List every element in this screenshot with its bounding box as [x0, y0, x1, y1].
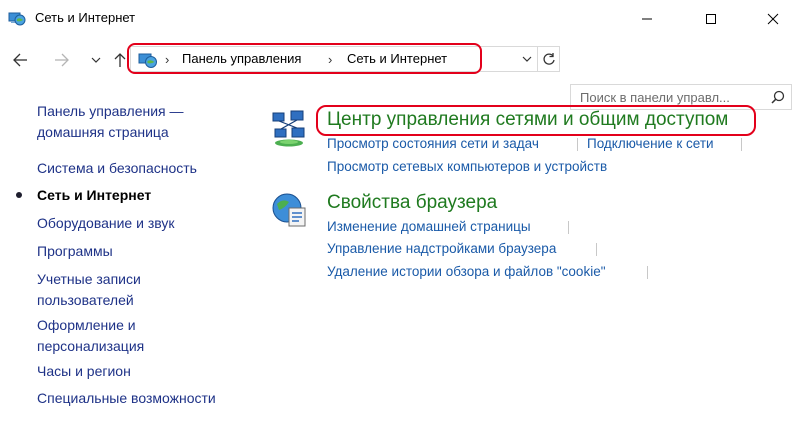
internet-options-icon: [272, 193, 306, 227]
chevron-down-icon: [522, 56, 532, 62]
sidebar-item-appearance[interactable]: Оформление и персонализация: [37, 315, 144, 357]
sidebar-item-programs[interactable]: Программы: [37, 241, 113, 262]
back-button[interactable]: [8, 48, 32, 72]
sidebar-item-ease-of-access[interactable]: Специальные возможности: [37, 388, 216, 409]
address-highlight-annotation: [127, 43, 482, 74]
category-title-internet-options[interactable]: Свойства браузера: [327, 191, 497, 215]
chevron-down-icon: [91, 57, 101, 63]
sidebar-item-system-security[interactable]: Система и безопасность: [37, 158, 197, 179]
search-placeholder: Поиск в панели управл...: [580, 90, 730, 105]
link-separator: [596, 243, 597, 256]
active-item-bullet: [16, 192, 22, 198]
link-connect-to-network[interactable]: Подключение к сети: [587, 135, 714, 153]
sidebar-item-user-accounts[interactable]: Учетные записи пользователей: [37, 269, 141, 311]
title-bar: Сеть и Интернет: [0, 0, 800, 37]
address-dropdown-button[interactable]: [515, 47, 538, 71]
arrow-left-icon: [13, 53, 27, 67]
network-globe-icon: [8, 12, 26, 26]
sidebar-item-clock-region[interactable]: Часы и регион: [37, 361, 131, 382]
category-title-network-center[interactable]: Центр управления сетями и общим доступом: [327, 108, 728, 132]
link-separator: [577, 138, 578, 151]
arrow-up-icon: [114, 53, 126, 67]
link-separator: [647, 266, 648, 279]
close-icon: [767, 13, 779, 24]
maximize-button[interactable]: [688, 0, 734, 37]
sidebar-item-label: Панель управления —: [37, 103, 184, 119]
sidebar-item-network-internet[interactable]: Сеть и Интернет: [37, 185, 151, 206]
search-icon: [771, 90, 785, 104]
link-separator: [568, 221, 569, 234]
link-view-network-computers[interactable]: Просмотр сетевых компьютеров и устройств: [327, 158, 607, 176]
link-delete-browsing-history[interactable]: Удаление истории обзора и файлов "cookie…: [327, 263, 606, 281]
window-title: Сеть и Интернет: [35, 10, 136, 25]
sidebar-item-hardware-sound[interactable]: Оборудование и звук: [37, 213, 175, 234]
link-manage-browser-addons[interactable]: Управление надстройками браузера: [327, 240, 556, 258]
minimize-button[interactable]: [624, 0, 670, 37]
arrow-right-icon: [55, 53, 69, 67]
link-separator: [741, 138, 742, 151]
close-button[interactable]: [750, 0, 796, 37]
maximize-icon: [706, 13, 716, 24]
forward-button[interactable]: [50, 48, 74, 72]
refresh-icon: [543, 53, 555, 65]
sidebar-item-label: пользователей: [37, 292, 134, 308]
sidebar-item-label: домашняя страница: [37, 124, 169, 140]
sidebar-item-label: персонализация: [37, 338, 145, 354]
refresh-button[interactable]: [537, 47, 560, 71]
network-center-icon: [272, 110, 305, 147]
sidebar-item-label: Учетные записи: [37, 271, 141, 287]
link-change-home-page[interactable]: Изменение домашней страницы: [327, 218, 531, 236]
link-view-network-status[interactable]: Просмотр состояния сети и задач: [327, 135, 539, 153]
recent-locations-button[interactable]: [84, 48, 108, 72]
sidebar-item-label: Оформление и: [37, 317, 136, 333]
minimize-icon: [642, 18, 652, 19]
sidebar-item-control-panel-home[interactable]: Панель управления — домашняя страница: [37, 101, 184, 143]
